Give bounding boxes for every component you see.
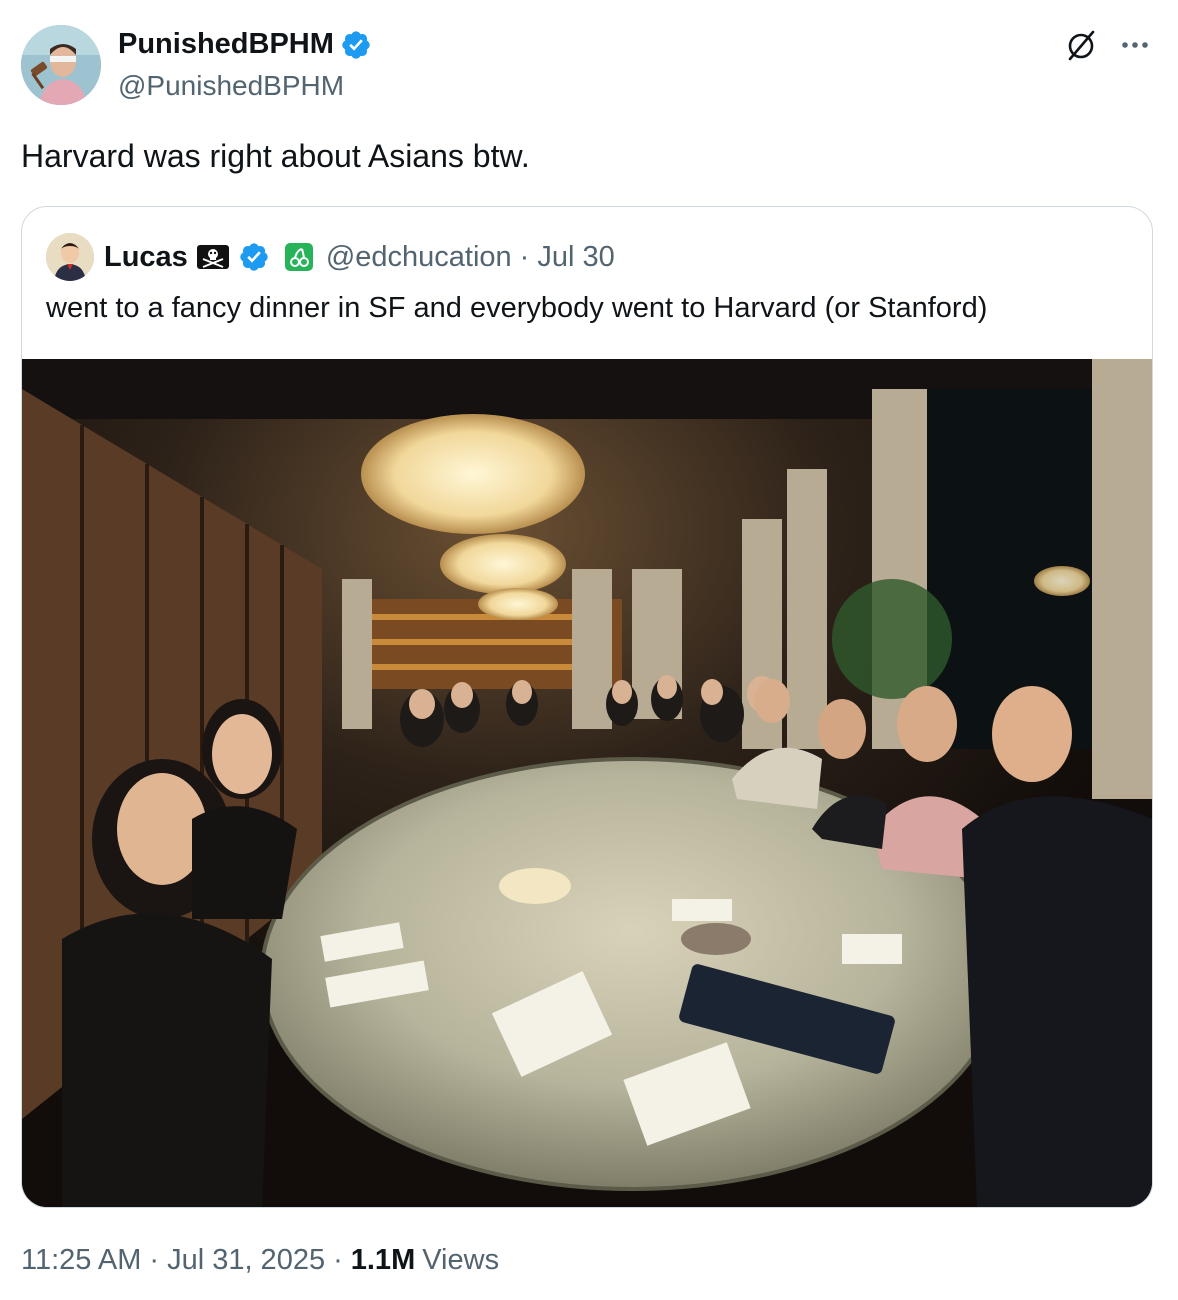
views-count[interactable]: 1.1M bbox=[351, 1244, 415, 1277]
quoted-tweet-text: went to a fancy dinner in SF and everybo… bbox=[46, 292, 988, 324]
separator-dot: · bbox=[333, 1244, 343, 1276]
quoted-author-avatar[interactable] bbox=[46, 233, 94, 281]
green-cherry-icon bbox=[284, 243, 313, 271]
author-avatar[interactable] bbox=[21, 25, 101, 105]
tweet-date[interactable]: Jul 31, 2025 bbox=[167, 1244, 325, 1277]
tweet-meta: 11:25 AM · Jul 31, 2025 · 1.1M Views bbox=[21, 1244, 499, 1277]
quoted-tweet-header: Lucas @edchucation · Jul 30 bbox=[46, 232, 615, 282]
tweet: PunishedBPHM @PunishedBPHM Harvard was r… bbox=[0, 0, 1178, 1300]
quoted-tweet-card[interactable]: Lucas @edchucation · Jul 30 went to a fa… bbox=[21, 206, 1153, 1208]
separator-dot: · bbox=[519, 240, 530, 273]
author-name-text: PunishedBPHM bbox=[118, 28, 334, 60]
verified-icon bbox=[342, 30, 370, 59]
more-options-icon[interactable] bbox=[1117, 30, 1153, 60]
author-handle[interactable]: @PunishedBPHM bbox=[118, 70, 344, 102]
views-label: Views bbox=[422, 1244, 500, 1276]
quoted-tweet-date[interactable]: Jul 30 bbox=[537, 241, 614, 274]
separator-dot: · bbox=[149, 1244, 160, 1276]
pirate-flag-icon bbox=[196, 245, 229, 269]
quoted-author-handle[interactable]: @edchucation bbox=[326, 241, 512, 274]
verified-icon bbox=[240, 243, 268, 271]
quoted-author-name[interactable]: Lucas bbox=[104, 241, 188, 274]
tweet-text: Harvard was right about Asians btw. bbox=[21, 138, 530, 174]
quoted-tweet-photo[interactable] bbox=[22, 359, 1152, 1207]
author-name[interactable]: PunishedBPHM bbox=[118, 28, 372, 61]
tweet-time[interactable]: 11:25 AM bbox=[21, 1244, 141, 1277]
grok-icon[interactable] bbox=[1063, 28, 1099, 64]
